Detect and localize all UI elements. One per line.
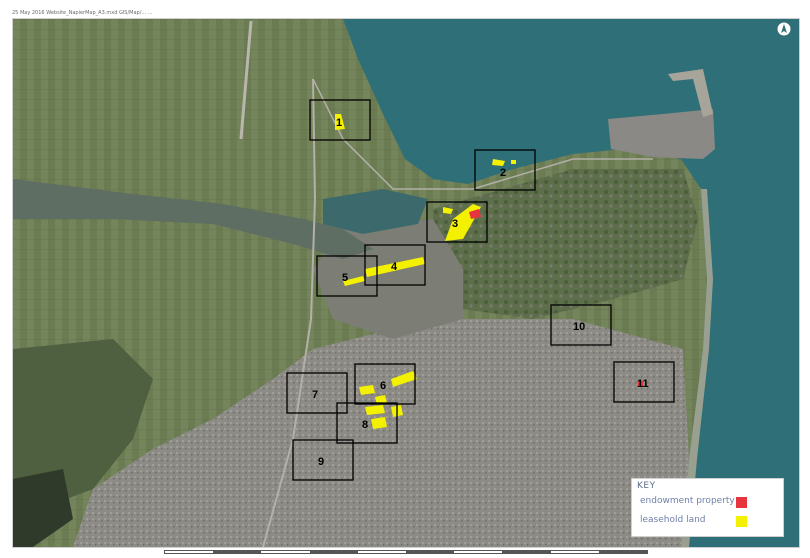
aerial-map[interactable]: 1 2 3 4 5 6 7 8 9 10 11	[12, 18, 800, 548]
north-arrow-icon	[777, 22, 791, 36]
area-label-1: 1	[336, 117, 342, 129]
key-swatch-leasehold	[736, 516, 747, 527]
map-key: KEY endowment property leasehold land	[631, 478, 784, 537]
area-label-7: 7	[312, 389, 318, 401]
key-label-endowment: endowment property	[640, 496, 735, 506]
area-label-2: 2	[500, 167, 506, 179]
key-label-leasehold: leasehold land	[640, 515, 706, 525]
area-label-9: 9	[318, 456, 324, 468]
area-label-3: 3	[452, 218, 458, 230]
area-label-11: 11	[637, 378, 649, 390]
area-label-4: 4	[391, 261, 398, 273]
area-label-8: 8	[362, 419, 368, 431]
map-canvas: 1 2 3 4 5 6 7 8 9 10 11	[13, 19, 799, 547]
map-header-text: 25 May 2016 Website_NapierMap_A3.mxd GIS…	[12, 10, 153, 16]
scale-bar	[164, 550, 648, 554]
key-title: KEY	[637, 481, 656, 491]
area-label-5: 5	[342, 272, 348, 284]
key-swatch-endowment	[736, 497, 747, 508]
area-label-6: 6	[380, 380, 386, 392]
area-label-10: 10	[573, 321, 585, 333]
